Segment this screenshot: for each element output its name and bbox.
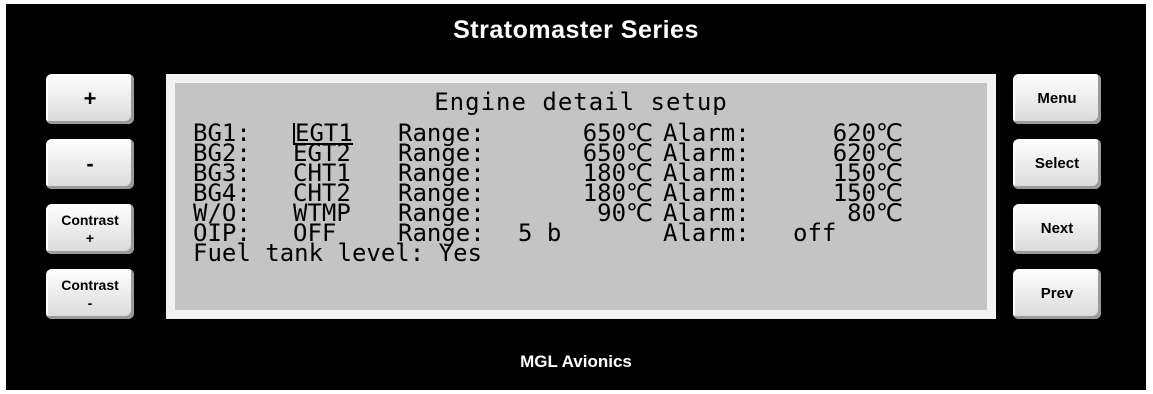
menu-button[interactable]: Menu (1013, 74, 1101, 124)
fuel-tank-level-row[interactable]: Fuel tank level: Yes (193, 241, 482, 265)
prev-button[interactable]: Prev (1013, 269, 1101, 319)
contrast-minus-button[interactable]: Contrast - (46, 269, 134, 319)
lcd-bezel: Engine detail setup BG1: EGT1 Range: 650… (166, 74, 996, 319)
plus-button[interactable]: + (46, 74, 134, 124)
device-title: Stratomaster Series (453, 16, 699, 44)
next-button[interactable]: Next (1013, 204, 1101, 254)
screen-heading: Engine detail setup (434, 88, 728, 116)
alarm-label: Alarm: (663, 219, 750, 247)
contrast-plus-button[interactable]: Contrast + (46, 204, 134, 254)
select-button[interactable]: Select (1013, 139, 1101, 189)
display-frame: Stratomaster Series + - Contrast + Contr… (6, 4, 1146, 390)
manufacturer-label: MGL Avionics (520, 352, 632, 371)
minus-button[interactable]: - (46, 139, 134, 189)
lcd-screen: Engine detail setup BG1: EGT1 Range: 650… (175, 83, 987, 310)
alarm-value[interactable]: off (793, 221, 836, 245)
range-value[interactable]: 5 b (518, 221, 561, 245)
